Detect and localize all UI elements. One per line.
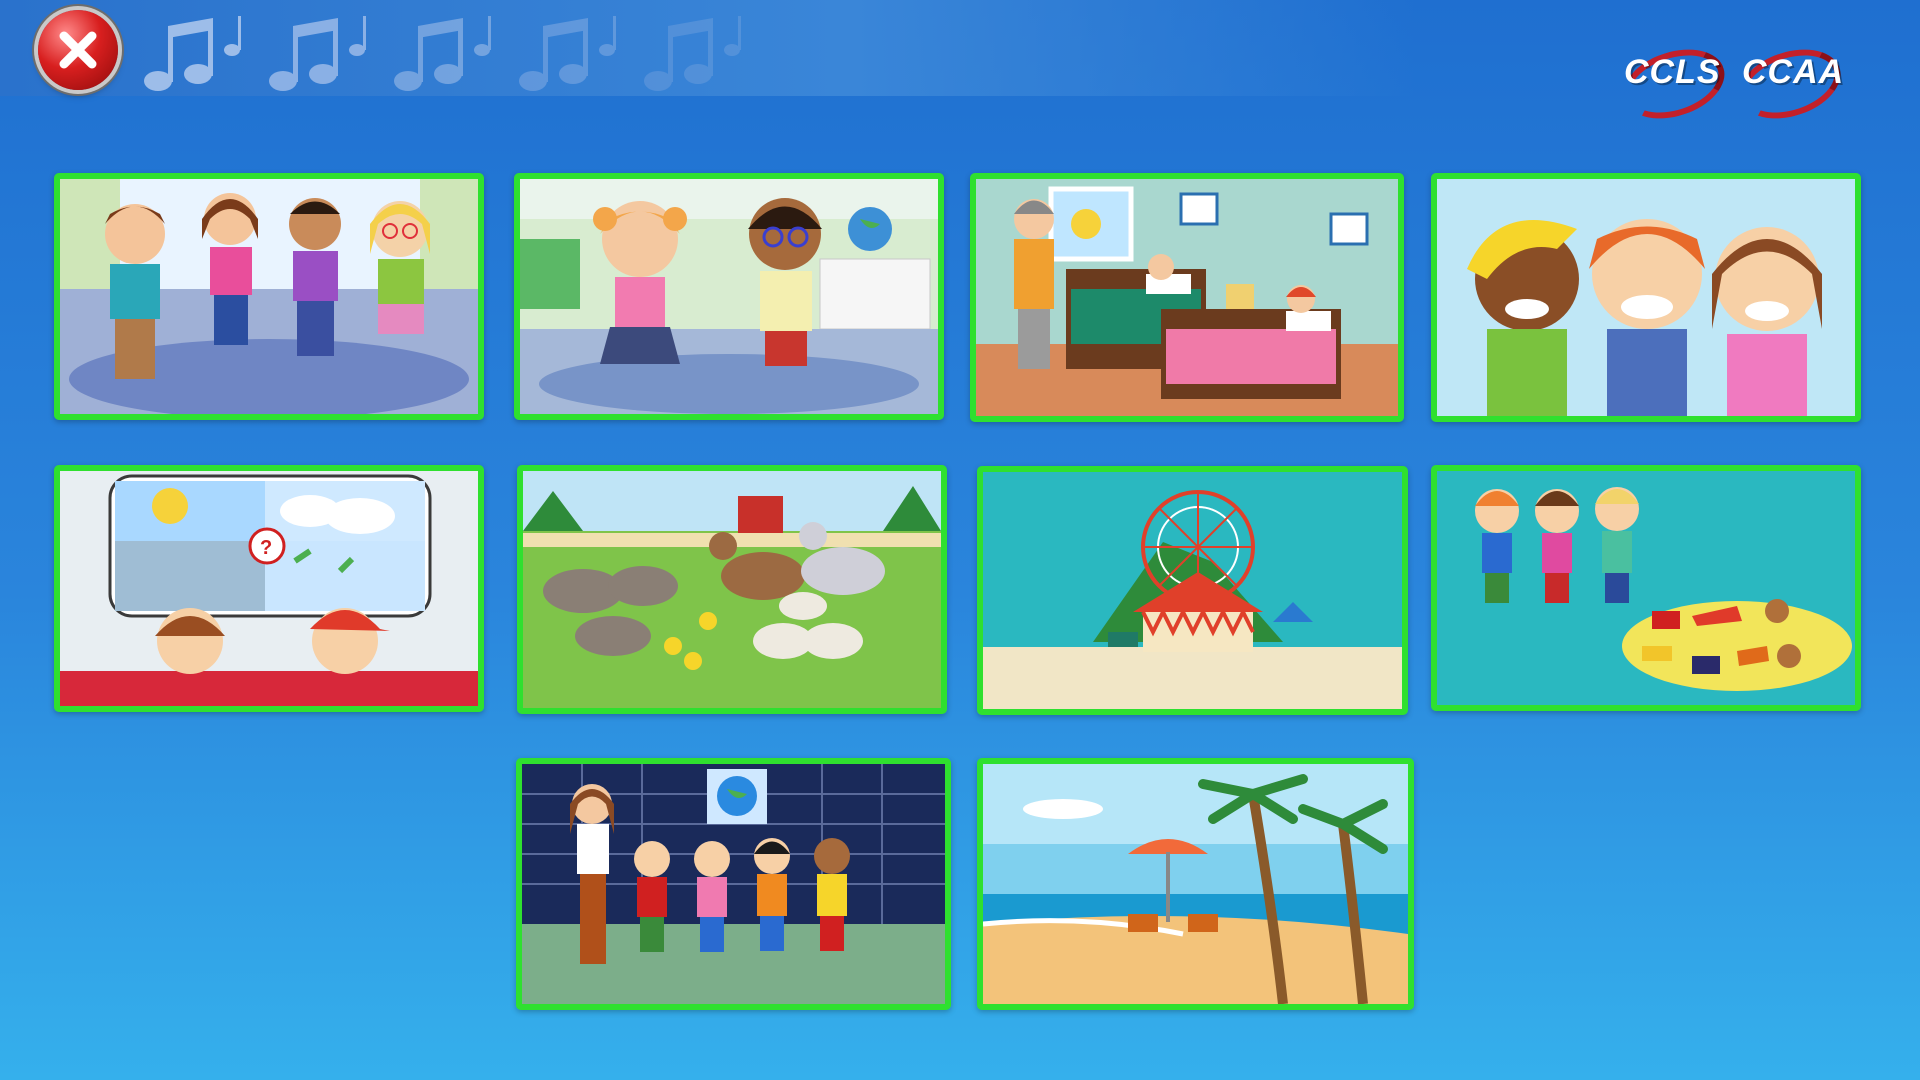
close-button[interactable] (38, 10, 118, 90)
music-note-icon (644, 16, 741, 91)
scene-tile-two-kids-waving[interactable] (514, 173, 944, 420)
two-kids-waving-illustration (520, 179, 938, 414)
scene-tile-beach[interactable] (977, 758, 1414, 1010)
kids-and-toys-illustration (1437, 471, 1855, 705)
brand-logos: CCLS CCAA (1614, 37, 1850, 131)
logo-ccaa: CCAA (1742, 53, 1845, 91)
scene-tile-amusement-park[interactable] (977, 466, 1408, 715)
music-note-icon (269, 16, 366, 91)
logo-ccls: CCLS (1624, 53, 1721, 91)
farm-animals-illustration (523, 471, 941, 708)
svg-text:?: ? (260, 537, 272, 559)
teacher-students-illustration (522, 764, 945, 1004)
bedroom-illustration (976, 179, 1398, 416)
scene-tile-bedroom[interactable] (970, 173, 1404, 422)
scene-tile-three-kids-pointing[interactable] (1431, 173, 1861, 422)
amusement-park-illustration (983, 472, 1402, 709)
music-note-icon (144, 16, 241, 91)
scene-tile-teacher-students[interactable] (516, 758, 951, 1010)
scene-tile-kids-dancing[interactable] (54, 173, 484, 420)
music-note-icon (519, 16, 616, 91)
weather-illustration: ? (60, 471, 478, 706)
scene-tile-weather[interactable]: ? (54, 465, 484, 712)
scene-tile-kids-and-toys[interactable] (1431, 465, 1861, 711)
kids-dancing-illustration (60, 179, 478, 414)
close-icon (59, 31, 97, 69)
music-note-icon (394, 16, 491, 91)
beach-illustration (983, 764, 1408, 1004)
three-kids-pointing-illustration (1437, 179, 1855, 416)
scene-tile-farm-animals[interactable] (517, 465, 947, 714)
